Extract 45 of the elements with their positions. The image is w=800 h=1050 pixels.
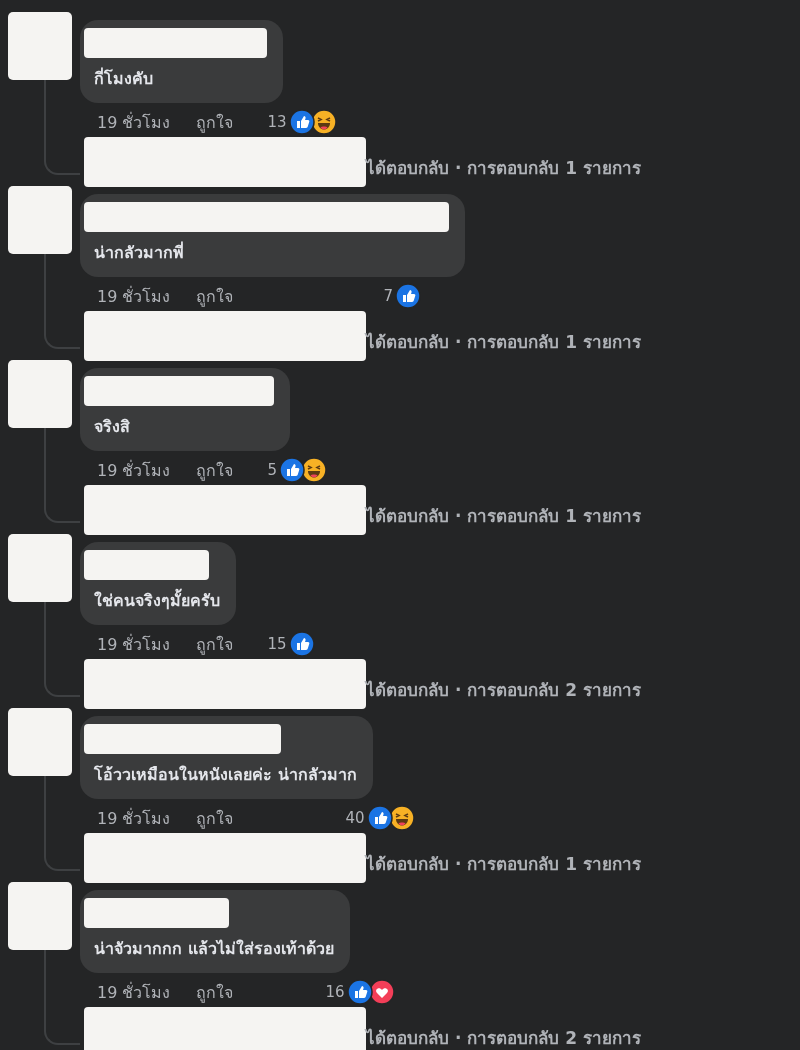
replies-link[interactable]: ได้ตอบกลับ · การตอบกลับ 1 รายการ xyxy=(366,328,641,361)
reaction-count: 5 xyxy=(267,461,277,479)
like-link[interactable]: ถูกใจ xyxy=(196,979,234,1005)
timestamp: 19 ชั่วโมง xyxy=(97,633,171,656)
comment-text: น่ากลัวมากพี่ xyxy=(93,240,185,264)
like-icon xyxy=(346,979,373,1005)
like-icon xyxy=(395,283,421,309)
timestamp: 19 ชั่วโมง xyxy=(97,981,171,1004)
replies-link[interactable]: ได้ตอบกลับ · การตอบกลับ 2 รายการ xyxy=(366,1024,641,1050)
reaction-count: 40 xyxy=(345,809,365,827)
comment-text: โอ้ววเหมือนในหนังเลยค่ะ น่ากลัวมาก xyxy=(93,764,357,786)
comment-text: กี่โมงคับ xyxy=(93,66,154,90)
timestamp: 19 ชั่วโมง xyxy=(97,459,171,482)
laughing-emoji-icon xyxy=(388,805,415,831)
like-icon xyxy=(366,805,393,831)
replies-link[interactable]: ได้ตอบกลับ · การตอบกลับ 1 รายการ xyxy=(366,154,641,187)
timestamp: 19 ชั่วโมง xyxy=(97,111,171,134)
reaction-count: 13 xyxy=(267,113,287,131)
comment-text: จริงสิ xyxy=(93,416,131,438)
comment-text: น่าจัวมากกก แล้วไม่ใส่รองเท้าด้วย xyxy=(93,938,334,960)
laughing-emoji-icon xyxy=(310,109,337,135)
timestamp: 19 ชั่วโมง xyxy=(97,807,171,830)
reaction-count: 7 xyxy=(383,287,393,305)
avatar[interactable] xyxy=(8,534,72,602)
reaction-count: 16 xyxy=(325,983,345,1001)
laughing-emoji-icon xyxy=(301,457,327,483)
like-link[interactable]: ถูกใจ xyxy=(196,109,234,135)
comment-text: ใช่คนจริงๆมั้ยครับ xyxy=(84,588,220,613)
avatar[interactable] xyxy=(8,360,72,428)
replies-link[interactable]: ได้ตอบกลับ · การตอบกลับ 1 รายการ xyxy=(366,502,641,535)
like-link[interactable]: ถูกใจ xyxy=(196,805,234,831)
reaction-count: 15 xyxy=(267,635,287,653)
replies-link[interactable]: ได้ตอบกลับ · การตอบกลับ 1 รายการ xyxy=(366,850,641,883)
like-link[interactable]: ถูกใจ xyxy=(196,631,234,657)
like-link[interactable]: ถูกใจ xyxy=(196,457,234,483)
like-icon xyxy=(288,109,315,135)
replies-link[interactable]: ได้ตอบกลับ · การตอบกลับ 2 รายการ xyxy=(366,676,641,709)
like-link[interactable]: ถูกใจ xyxy=(196,283,234,309)
avatar[interactable] xyxy=(8,186,72,254)
like-icon xyxy=(288,631,315,657)
avatar[interactable] xyxy=(8,708,72,776)
like-icon xyxy=(279,457,305,483)
timestamp: 19 ชั่วโมง xyxy=(97,285,171,308)
avatar[interactable] xyxy=(8,882,72,950)
avatar[interactable] xyxy=(8,12,72,80)
